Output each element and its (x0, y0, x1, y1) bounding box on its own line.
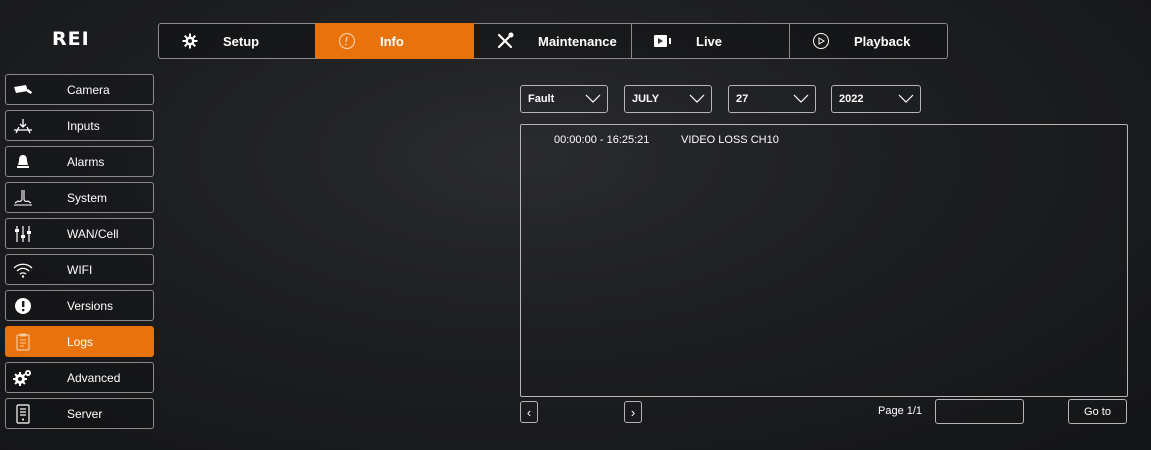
video-camera-icon (650, 31, 676, 51)
rei-logo: REI (52, 28, 90, 50)
year-select[interactable]: 2022 (831, 85, 921, 113)
log-type-select[interactable]: Fault (520, 85, 608, 113)
sliders-icon (12, 224, 34, 244)
chevron-left-icon: ‹ (526, 404, 532, 420)
sidebar-item-label: WIFI (67, 262, 93, 277)
day-select[interactable]: 27 (728, 85, 816, 113)
prev-page-button[interactable]: ‹ (520, 401, 538, 423)
sidebar-item-label: System (67, 190, 108, 205)
playback-icon (808, 31, 834, 51)
tab-setup-label: Setup (223, 33, 260, 49)
sidebar-item-label: Camera (67, 82, 110, 97)
sidebar-item-label: Versions (67, 298, 114, 313)
sidebar-item-label: WAN/Cell (67, 226, 119, 241)
sidebar-item-server[interactable]: Server (5, 398, 154, 429)
goto-button[interactable]: Go to (1068, 399, 1127, 424)
camera-icon (12, 80, 34, 100)
sidebar-item-label: Alarms (67, 154, 105, 169)
chevron-right-icon: › (630, 404, 636, 420)
month-select[interactable]: JULY (624, 85, 712, 113)
logs-icon (12, 332, 34, 352)
sidebar-item-camera[interactable]: Camera (5, 74, 154, 105)
tab-maintenance[interactable]: Maintenance (474, 23, 632, 59)
chevron-down-icon (793, 94, 809, 103)
next-page-button[interactable]: › (624, 401, 642, 423)
sidebar-item-advanced[interactable]: Advanced (5, 362, 154, 393)
chevron-down-icon (898, 94, 914, 103)
system-icon (12, 188, 34, 208)
tab-setup[interactable]: Setup (158, 23, 316, 59)
gears-icon (12, 368, 34, 388)
sidebar-item-wan-cell[interactable]: WAN/Cell (5, 218, 154, 249)
year-value: 2022 (839, 93, 864, 105)
sidebar-item-versions[interactable]: Versions (5, 290, 154, 321)
top-navigation: Setup Info Maintenance Live Playback (158, 23, 948, 59)
log-event: VIDEO LOSS CH10 (681, 134, 779, 146)
info-icon (334, 31, 360, 51)
goto-page-input[interactable] (935, 399, 1024, 424)
tools-icon (492, 31, 518, 51)
sidebar-item-inputs[interactable]: Inputs (5, 110, 154, 141)
sidebar-item-wifi[interactable]: WIFI (5, 254, 154, 285)
server-icon (12, 403, 34, 424)
month-value: JULY (632, 93, 660, 105)
bell-icon (12, 152, 34, 172)
tab-maintenance-label: Maintenance (538, 33, 617, 49)
tab-info[interactable]: Info (316, 23, 474, 59)
sidebar-item-label: Inputs (67, 118, 100, 133)
log-entry: 00:00:00 - 16:25:21 VIDEO LOSS CH10 (554, 134, 779, 146)
chevron-down-icon (689, 94, 705, 103)
sidebar-item-label: Server (67, 406, 103, 421)
log-list[interactable]: 00:00:00 - 16:25:21 VIDEO LOSS CH10 (520, 124, 1128, 397)
tab-info-label: Info (380, 33, 404, 49)
sidebar-item-alarms[interactable]: Alarms (5, 146, 154, 177)
wifi-icon (12, 260, 34, 280)
tab-playback[interactable]: Playback (790, 23, 948, 59)
tab-live-label: Live (696, 33, 723, 49)
inputs-icon (12, 116, 34, 136)
info-circle-icon (12, 296, 34, 316)
sidebar-item-system[interactable]: System (5, 182, 154, 213)
tab-live[interactable]: Live (632, 23, 790, 59)
sidebar-item-label: Logs (67, 334, 94, 349)
page-indicator: Page 1/1 (878, 405, 923, 417)
sidebar-item-logs[interactable]: Logs (5, 326, 154, 357)
sidebar: Camera Inputs Alarms System WAN/Cell WIF… (5, 74, 154, 434)
log-type-value: Fault (528, 93, 555, 105)
tab-playback-label: Playback (854, 33, 911, 49)
gear-icon (177, 31, 203, 51)
chevron-down-icon (585, 94, 601, 103)
log-time: 00:00:00 - 16:25:21 (554, 134, 650, 146)
sidebar-item-label: Advanced (67, 370, 121, 385)
day-value: 27 (736, 93, 749, 105)
